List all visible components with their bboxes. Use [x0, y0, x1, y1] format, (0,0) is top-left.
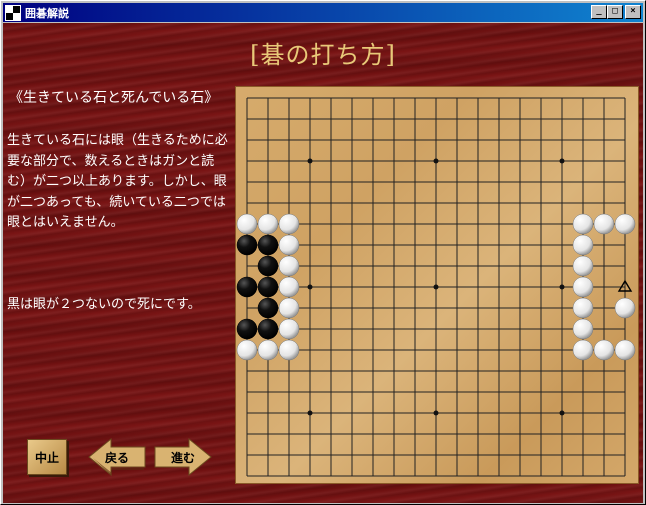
page-title: [碁の打ち方]	[250, 41, 396, 69]
window-title: 囲碁解説	[25, 6, 69, 20]
back-button[interactable]: 戻る	[87, 437, 147, 477]
forward-button-label: 進む	[170, 450, 195, 465]
star-point	[307, 410, 313, 416]
white-stone	[572, 213, 594, 235]
black-stone	[257, 255, 279, 277]
star-point	[307, 158, 313, 164]
white-stone	[278, 213, 300, 235]
star-point	[433, 410, 439, 416]
white-stone	[572, 297, 594, 319]
black-stone	[257, 234, 279, 256]
white-stone	[614, 297, 636, 319]
app-window: 囲碁解説 _ □ × [碁の打ち方] 《生きている石と死んでいる石》 生きている…	[0, 0, 646, 505]
white-stone	[572, 255, 594, 277]
stop-button[interactable]: 中止	[27, 439, 67, 475]
minimize-button[interactable]: _	[591, 5, 607, 19]
star-point	[559, 410, 565, 416]
white-stone	[278, 318, 300, 340]
close-button[interactable]: ×	[625, 5, 641, 19]
white-stone	[278, 234, 300, 256]
white-stone	[593, 339, 615, 361]
go-board-grid	[236, 97, 636, 477]
black-stone	[236, 234, 258, 256]
star-point	[307, 284, 313, 290]
white-stone	[572, 339, 594, 361]
star-point	[559, 284, 565, 290]
stop-button-label: 中止	[34, 450, 59, 465]
star-point	[559, 158, 565, 164]
go-board[interactable]	[235, 86, 639, 484]
white-stone	[278, 297, 300, 319]
maximize-button[interactable]: □	[607, 5, 623, 19]
back-button-label: 戻る	[104, 450, 129, 465]
white-stone	[572, 234, 594, 256]
white-stone	[278, 255, 300, 277]
white-stone	[614, 213, 636, 235]
white-stone	[236, 339, 258, 361]
black-stone	[257, 276, 279, 298]
white-stone	[572, 276, 594, 298]
white-stone	[257, 339, 279, 361]
black-stone	[257, 318, 279, 340]
forward-button[interactable]: 進む	[153, 437, 213, 477]
star-point	[433, 158, 439, 164]
white-stone	[278, 276, 300, 298]
white-stone	[278, 339, 300, 361]
star-point	[433, 284, 439, 290]
section-title: 《生きている石と死んでいる石》	[9, 90, 219, 106]
explanation-text: 生きている石には眼（生きるために必要な部分で、数えるときはガンと読む）が二つ以上…	[7, 133, 228, 230]
client-area: [碁の打ち方] 《生きている石と死んでいる石》 生きている石には眼（生きるために…	[3, 23, 643, 503]
white-stone	[614, 339, 636, 361]
black-stone	[236, 318, 258, 340]
black-stone	[257, 297, 279, 319]
white-stone	[593, 213, 615, 235]
go-app-icon	[5, 4, 21, 21]
white-stone	[257, 213, 279, 235]
black-stone	[236, 276, 258, 298]
white-stone	[236, 213, 258, 235]
title-bar[interactable]: 囲碁解説 _ □ ×	[3, 3, 643, 22]
white-stone	[572, 318, 594, 340]
conclusion-text: 黒は眼が２つないので死にです。	[7, 297, 201, 312]
